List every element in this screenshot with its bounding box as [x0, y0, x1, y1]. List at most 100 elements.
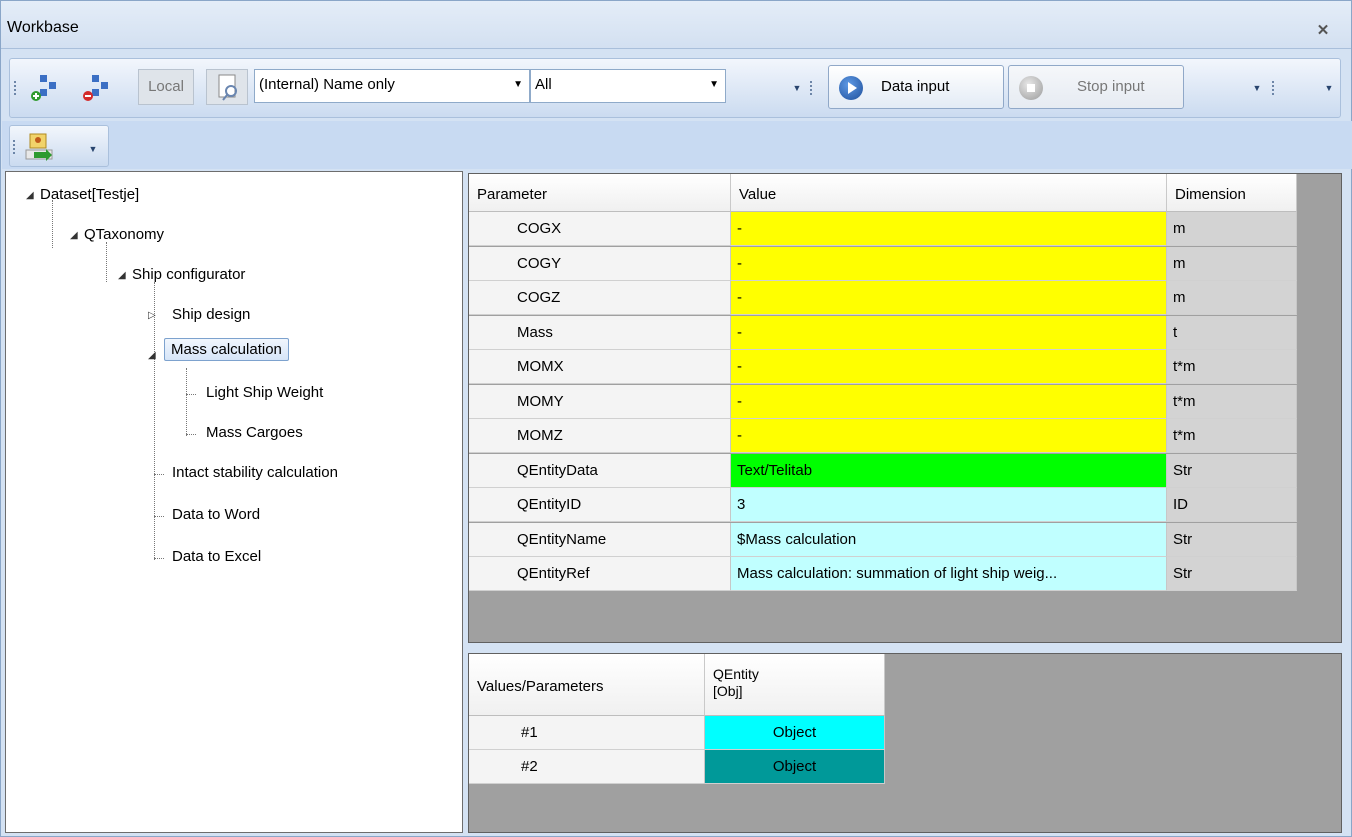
column-header-qentity[interactable]: QEntity [Obj] [705, 654, 885, 716]
add-dataset-icon[interactable] [30, 73, 56, 101]
tree-node-label: QTaxonomy [84, 226, 165, 243]
value-cell[interactable]: - [731, 212, 1167, 246]
dimension-cell[interactable]: m [1167, 212, 1297, 246]
tree-connector [52, 200, 53, 248]
values-grid: Values/Parameters QEntity [Obj] #1 Object… [468, 653, 1342, 833]
data-input-label: Data input [881, 78, 950, 95]
collapse-icon[interactable]: ◢ [148, 350, 156, 361]
dimension-cell[interactable]: m [1167, 246, 1297, 281]
toolbar-grip[interactable] [13, 140, 16, 154]
tree-connector [154, 516, 164, 517]
tree-node-label: Light Ship Weight [206, 384, 324, 401]
tree-node-data-to-word[interactable]: Data to Word [172, 506, 260, 523]
value-cell[interactable]: $Mass calculation [731, 522, 1167, 557]
data-input-button[interactable]: Data input [828, 65, 1004, 109]
dimension-cell[interactable]: t*m [1167, 384, 1297, 419]
local-button[interactable]: Local [138, 69, 194, 105]
tree-node-qtaxonomy[interactable]: QTaxonomy [84, 226, 164, 243]
chevron-down-icon[interactable]: ▼ [709, 79, 719, 90]
value-cell[interactable]: - [731, 315, 1167, 350]
parameter-cell[interactable]: COGZ [469, 281, 731, 315]
value-cell[interactable]: 3 [731, 488, 1167, 522]
toolbar-grip[interactable] [810, 81, 813, 95]
value-cell[interactable]: Mass calculation: summation of light shi… [731, 557, 1167, 591]
parameter-cell[interactable]: COGY [469, 246, 731, 281]
tree-connector [186, 394, 196, 395]
tree-node-label: Intact stability calculation [172, 464, 338, 481]
tree-node-ship-design[interactable]: Ship design [172, 306, 250, 323]
tree-node-light-ship-weight[interactable]: Light Ship Weight [206, 384, 323, 401]
parameter-cell[interactable]: QEntityName [469, 522, 731, 557]
tree-node-ship-configurator[interactable]: Ship configurator [132, 266, 245, 283]
collapse-icon[interactable]: ◢ [70, 230, 78, 241]
dimension-cell[interactable]: ID [1167, 488, 1297, 522]
row-label-cell[interactable]: #1 [469, 716, 705, 750]
dimension-cell[interactable]: Str [1167, 522, 1297, 557]
toolbar-overflow-icon[interactable]: ▼ [1322, 73, 1336, 103]
tree-connector [106, 242, 107, 282]
stop-input-button[interactable]: Stop input [1008, 65, 1184, 109]
qentity-header-line2: [Obj] [713, 683, 743, 699]
play-icon [839, 76, 863, 100]
dimension-cell[interactable]: t*m [1167, 419, 1297, 453]
parameter-cell[interactable]: COGX [469, 212, 731, 246]
tree-connector [186, 434, 196, 435]
expand-icon[interactable]: ▷ [148, 310, 156, 321]
tree-node-label: Data to Word [172, 506, 261, 523]
parameter-cell[interactable]: QEntityData [469, 453, 731, 488]
collapse-icon[interactable]: ◢ [118, 270, 126, 281]
tree-node-dataset[interactable]: Dataset[Testje] [40, 186, 139, 203]
parameter-cell[interactable]: QEntityRef [469, 557, 731, 591]
dimension-cell[interactable]: t [1167, 315, 1297, 350]
parameter-cell[interactable]: MOMX [469, 350, 731, 384]
tree-node-intact-stability[interactable]: Intact stability calculation [172, 464, 338, 481]
name-display-combo[interactable]: (Internal) Name only ▼ [254, 69, 530, 103]
parameter-cell[interactable]: Mass [469, 315, 731, 350]
column-header-parameter[interactable]: Parameter [469, 174, 731, 212]
filter-combo[interactable]: All ▼ [530, 69, 726, 103]
tree-node-data-to-excel[interactable]: Data to Excel [172, 548, 261, 565]
tree-node-label: Dataset[Testje] [40, 186, 140, 203]
value-cell[interactable]: - [731, 384, 1167, 419]
value-cell[interactable]: Text/Telitab [731, 453, 1167, 488]
close-icon[interactable]: ✕ [1315, 23, 1331, 39]
tree-connector [154, 282, 155, 560]
dataset-tree: ◢ Dataset[Testje] ◢ QTaxonomy ◢ Ship con… [5, 171, 463, 833]
column-header-dimension[interactable]: Dimension [1167, 174, 1297, 212]
object-cell[interactable]: Object [705, 750, 885, 784]
toolbar-overflow-icon[interactable]: ▼ [86, 134, 100, 164]
value-cell[interactable]: - [731, 350, 1167, 384]
column-header-values-parameters[interactable]: Values/Parameters [469, 654, 705, 716]
secondary-toolbar: ▼ [9, 125, 109, 167]
toolbar-grip[interactable] [1272, 81, 1275, 95]
dimension-cell[interactable]: t*m [1167, 350, 1297, 384]
chevron-down-icon[interactable]: ▼ [513, 79, 523, 90]
value-cell[interactable]: - [731, 281, 1167, 315]
stop-icon [1019, 76, 1043, 100]
dimension-cell[interactable]: Str [1167, 557, 1297, 591]
remove-dataset-icon[interactable] [82, 73, 108, 101]
value-cell[interactable]: - [731, 246, 1167, 281]
tree-node-mass-cargoes[interactable]: Mass Cargoes [206, 424, 303, 441]
parameter-cell[interactable]: QEntityID [469, 488, 731, 522]
parameter-cell[interactable]: MOMZ [469, 419, 731, 453]
document-button[interactable] [206, 69, 248, 105]
dimension-cell[interactable]: m [1167, 281, 1297, 315]
tree-node-mass-calculation[interactable]: Mass calculation [164, 338, 289, 361]
toolbar-grip[interactable] [14, 81, 17, 95]
toolbar-overflow-icon[interactable]: ▼ [1250, 73, 1264, 103]
main-toolbar: Local (Internal) Name only ▼ All ▼ ▼ Dat… [9, 58, 1341, 118]
object-cell[interactable]: Object [705, 716, 885, 750]
qentity-header-line1: QEntity [713, 666, 759, 682]
row-label-cell[interactable]: #2 [469, 750, 705, 784]
stop-input-label: Stop input [1077, 78, 1145, 95]
column-header-value[interactable]: Value [731, 174, 1167, 212]
value-cell[interactable]: - [731, 419, 1167, 453]
tree-connector [154, 474, 164, 475]
export-icon[interactable] [24, 132, 54, 162]
dimension-cell[interactable]: Str [1167, 453, 1297, 488]
toolbar-band [2, 121, 1352, 169]
toolbar-overflow-icon[interactable]: ▼ [790, 73, 804, 103]
collapse-icon[interactable]: ◢ [26, 190, 34, 201]
parameter-cell[interactable]: MOMY [469, 384, 731, 419]
